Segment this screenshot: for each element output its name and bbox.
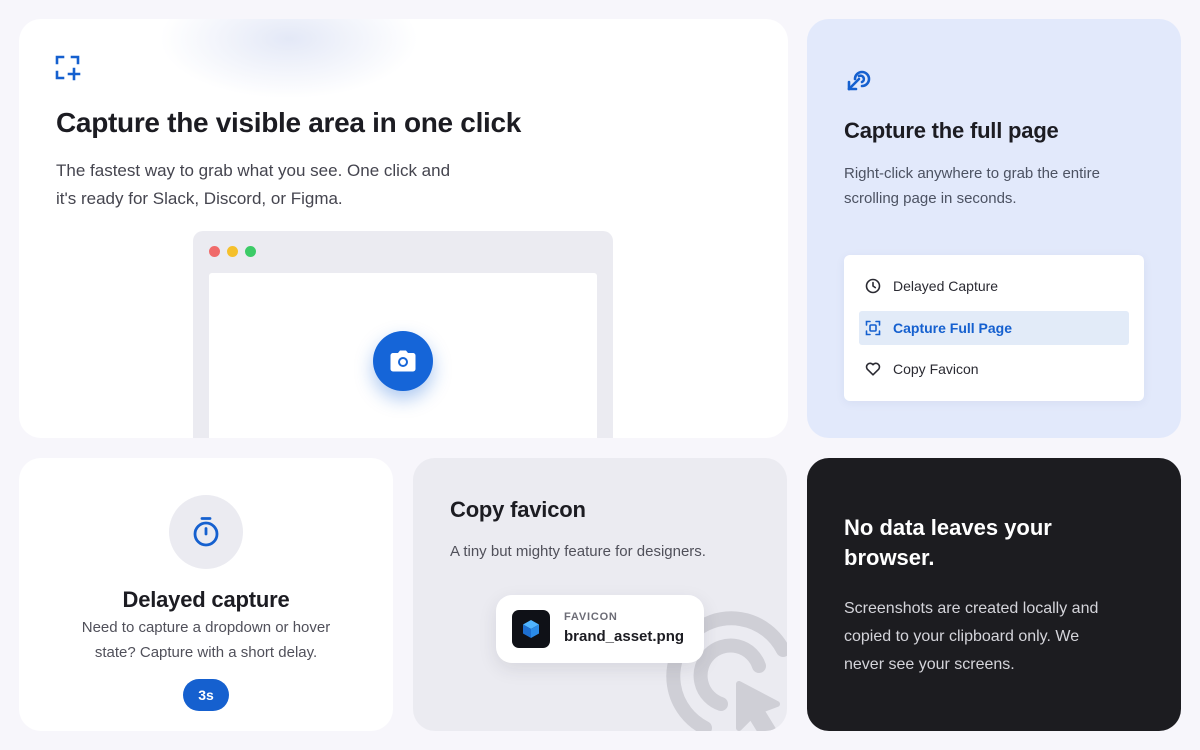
full-page-title: Capture the full page [844, 118, 1059, 143]
menu-item-label: Delayed Capture [893, 278, 999, 294]
browser-close-dot [209, 246, 220, 257]
menu-item-copy-favicon[interactable]: Copy Favicon [859, 352, 1129, 386]
menu-item-label: Capture Full Page [893, 320, 1013, 336]
browser-viewport [209, 273, 597, 438]
visible-area-card: Capture the visible area in one click Th… [19, 19, 788, 438]
visible-area-title: Capture the visible area in one click [56, 107, 522, 138]
privacy-card: No data leaves your browser. Screenshots… [807, 458, 1181, 731]
menu-item-capture-full-page[interactable]: Capture Full Page [859, 311, 1129, 345]
stopwatch-icon [191, 516, 221, 548]
decorative-glow [159, 19, 419, 99]
capture-button[interactable] [373, 331, 433, 391]
capture-area-icon [55, 55, 81, 86]
clock-icon [859, 278, 893, 294]
full-page-description: Right-click anywhere to grab the entire … [844, 165, 1100, 207]
favicon-chip[interactable]: FAVICON brand_asset.png [496, 595, 704, 663]
menu-item-label: Copy Favicon [893, 361, 979, 377]
delayed-capture-card: Delayed capture Need to capture a dropdo… [19, 458, 393, 731]
delay-duration-button[interactable]: 3s [183, 679, 229, 711]
cursor-click-icon [845, 65, 873, 98]
browser-minimize-dot [227, 246, 238, 257]
favicon-file-name: brand_asset.png [564, 628, 685, 645]
privacy-title: No data leaves your browser. [844, 515, 1052, 570]
favicon-title: Copy favicon [450, 497, 586, 522]
context-menu: Delayed Capture Capture Full Page Copy F… [844, 255, 1144, 401]
heart-icon [859, 361, 893, 377]
privacy-description: Screenshots are created locally and copi… [844, 600, 1099, 673]
camera-icon [390, 350, 416, 372]
delayed-capture-title: Delayed capture [122, 587, 290, 612]
favicon-description: A tiny but mighty feature for designers. [450, 543, 706, 560]
scan-icon [859, 320, 893, 336]
delayed-capture-description: Need to capture a dropdown or hover stat… [81, 619, 331, 661]
favicon-thumbnail [512, 610, 550, 648]
menu-item-delayed-capture[interactable]: Delayed Capture [859, 269, 1129, 303]
favicon-chip-label: FAVICON [564, 611, 618, 623]
favicon-card: Copy favicon A tiny but mighty feature f… [413, 458, 787, 731]
timer-badge [169, 495, 243, 569]
browser-mockup [193, 231, 613, 438]
visible-area-description: The fastest way to grab what you see. On… [56, 161, 451, 208]
browser-maximize-dot [245, 246, 256, 257]
cube-icon [520, 618, 542, 640]
full-page-card: Capture the full page Right-click anywhe… [807, 19, 1181, 438]
